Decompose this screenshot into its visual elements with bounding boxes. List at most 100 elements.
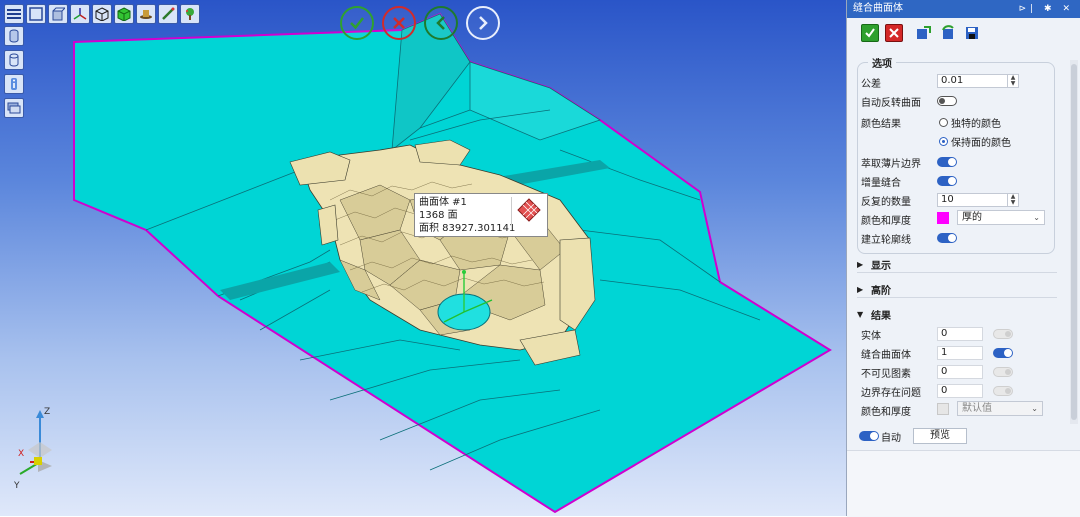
chevron-down-icon: ⌄ — [1031, 404, 1038, 413]
extract-boundary-label: 萃取薄片边界 — [861, 158, 921, 170]
color-result-label: 颜色结果 — [861, 118, 901, 130]
results-section[interactable]: ▼ 结果 — [857, 306, 1057, 322]
build-outline-label: 建立轮廓线 — [861, 234, 911, 246]
solid-toggle[interactable] — [993, 329, 1013, 339]
color-swatch[interactable] — [937, 212, 949, 224]
axis-icon[interactable] — [70, 4, 90, 24]
view-cube-icon[interactable] — [48, 4, 68, 24]
triad-x-label: X — [18, 449, 24, 459]
thickness-dropdown[interactable]: 厚的 ⌄ — [957, 210, 1045, 225]
auto-label: 自动 — [881, 432, 901, 444]
results-section-label: 结果 — [871, 310, 891, 322]
advanced-section-label: 高阶 — [871, 285, 891, 297]
info-icon[interactable] — [4, 74, 24, 94]
result-color-label: 颜色和厚度 — [861, 406, 911, 418]
view-box-icon[interactable] — [26, 4, 46, 24]
cylinder-outline-icon[interactable] — [4, 50, 24, 70]
unique-color-radio[interactable] — [939, 118, 948, 127]
graphics-viewport[interactable]: 曲面体 #1 1368 面 面积 83927.301141 Z X Y — [0, 0, 846, 516]
panel-scrollbar[interactable] — [1070, 60, 1078, 424]
triad-z-label: Z — [44, 407, 50, 417]
back-icon[interactable] — [424, 6, 458, 40]
panel-title: 缝合曲面体 — [853, 3, 903, 14]
surface-model[interactable] — [0, 0, 846, 516]
solid-count: 0 — [937, 327, 983, 341]
scrollbar-thumb[interactable] — [1071, 64, 1077, 420]
stitched-toggle[interactable] — [993, 348, 1013, 358]
repeat-count-label: 反复的数量 — [861, 196, 911, 208]
invisible-label: 不可见图素 — [861, 368, 911, 380]
tolerance-spinner[interactable]: ▲ ▼ — [1007, 75, 1018, 87]
extract-boundary-toggle[interactable] — [937, 157, 957, 167]
save-icon[interactable] — [963, 24, 981, 42]
boundary-problem-label: 边界存在问题 — [861, 387, 921, 399]
layers-icon[interactable] — [4, 98, 24, 118]
preview-button[interactable]: 预览 — [913, 428, 967, 444]
side-toolbar — [4, 26, 24, 118]
stitch-panel: 缝合曲面体 ⊳| ✱ ✕ 选项 公差 0.01 ▲▼ 自动反转曲面 颜色结果 — [846, 0, 1080, 517]
solid-label: 实体 — [861, 330, 881, 342]
incremental-label: 增量缝合 — [861, 177, 901, 189]
repeat-count-spinner[interactable]: ▲ ▼ — [1007, 194, 1018, 206]
tree-icon[interactable] — [180, 4, 200, 24]
boundary-problem-value: 0 — [941, 385, 948, 396]
invisible-count: 0 — [937, 365, 983, 379]
panel-toolbar — [847, 18, 1080, 48]
options-label: 选项 — [868, 55, 896, 70]
ok-icon[interactable] — [861, 24, 879, 42]
thickness-value: 厚的 — [962, 212, 982, 223]
hat-icon[interactable] — [136, 4, 156, 24]
tolerance-value: 0.01 — [941, 75, 964, 86]
menu-icon[interactable] — [4, 4, 24, 24]
check-icon[interactable] — [340, 6, 374, 40]
display-section[interactable]: ▶ 显示 — [857, 256, 1057, 273]
panel-window-buttons[interactable]: ⊳| ✱ ✕ — [1019, 0, 1074, 18]
stitched-count: 1 — [937, 346, 983, 360]
stitch-mesh-icon — [511, 197, 544, 225]
keep-face-color-radio[interactable] — [939, 137, 948, 146]
display-section-label: 显示 — [871, 260, 891, 272]
auto-reverse-label: 自动反转曲面 — [861, 97, 921, 109]
axis-triad: Z X Y — [13, 402, 74, 494]
auto-reverse-toggle[interactable] — [937, 96, 957, 106]
repeat-count-input[interactable]: 10 ▲ ▼ — [937, 193, 1019, 207]
auto-toggle[interactable] — [859, 431, 879, 441]
wireframe-cube-icon[interactable] — [92, 4, 112, 24]
build-outline-toggle[interactable] — [937, 233, 957, 243]
reselect-icon[interactable] — [939, 24, 957, 42]
keep-face-color-label: 保持面的颜色 — [951, 137, 1011, 149]
panel-content: 选项 公差 0.01 ▲ ▼ 自动反转曲面 颜色结果 独特的颜色 保持面的颜色 萃… — [847, 50, 1067, 516]
chevron-down-icon: ⌄ — [1033, 213, 1040, 222]
repeat-count-value: 10 — [941, 194, 954, 205]
panel-title-bar: 缝合曲面体 ⊳| ✱ ✕ — [847, 0, 1080, 18]
action-navigation — [340, 6, 500, 40]
cancel-icon[interactable] — [885, 24, 903, 42]
panel-footer — [847, 450, 1080, 517]
invisible-toggle[interactable] — [993, 367, 1013, 377]
stitched-label: 缝合曲面体 — [861, 349, 911, 361]
advanced-section[interactable]: ▶ 高阶 — [857, 281, 1057, 298]
forward-icon[interactable] — [466, 6, 500, 40]
apply-icon[interactable] — [915, 24, 933, 42]
collapse-arrow-icon: ▼ — [857, 309, 864, 319]
color-thickness-label: 颜色和厚度 — [861, 215, 911, 227]
cylinder-icon[interactable] — [4, 26, 24, 46]
solid-cube-icon[interactable] — [114, 4, 134, 24]
surface-info-tooltip: 曲面体 #1 1368 面 面积 83927.301141 — [414, 193, 548, 237]
incremental-toggle[interactable] — [937, 176, 957, 186]
invisible-count-value: 0 — [941, 366, 948, 377]
result-color-value: 默认值 — [962, 403, 992, 414]
tolerance-input[interactable]: 0.01 ▲ ▼ — [937, 74, 1019, 88]
stitched-count-value: 1 — [941, 347, 948, 358]
result-color-swatch[interactable] — [937, 403, 949, 415]
tolerance-label: 公差 — [861, 78, 881, 90]
triad-y-label: Y — [14, 481, 20, 491]
expand-arrow-icon: ▶ — [857, 284, 864, 294]
view-toolbar — [4, 4, 200, 26]
boundary-problem-count: 0 — [937, 384, 983, 398]
expand-arrow-icon: ▶ — [857, 259, 864, 269]
result-color-dropdown[interactable]: 默认值 ⌄ — [957, 401, 1043, 416]
edit-icon[interactable] — [158, 4, 178, 24]
boundary-problem-toggle[interactable] — [993, 386, 1013, 396]
close-icon[interactable] — [382, 6, 416, 40]
